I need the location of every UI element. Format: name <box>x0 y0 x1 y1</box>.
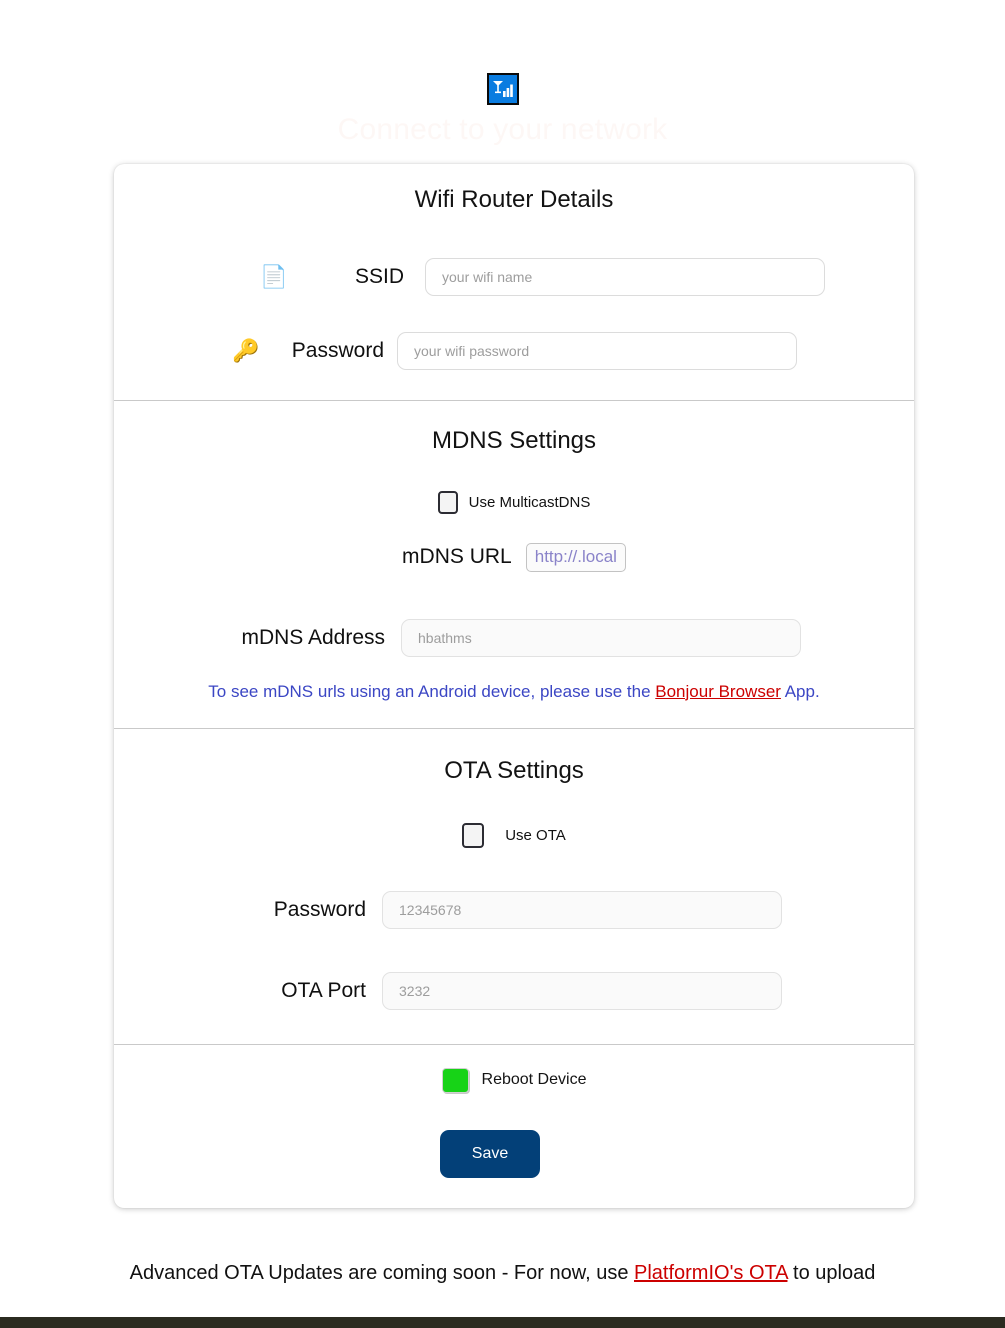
card-footer-section: Reboot Device Save <box>114 1045 914 1208</box>
reboot-device-row[interactable]: Reboot Device <box>114 1067 914 1093</box>
bottom-bar <box>0 1317 1005 1328</box>
wifi-password-input[interactable] <box>397 332 797 370</box>
mdns-section-title: MDNS Settings <box>431 427 597 454</box>
ota-port-label: OTA Port <box>281 978 366 1002</box>
save-button-wrap: Save <box>114 1129 914 1178</box>
bonjour-browser-link[interactable]: Bonjour Browser <box>655 682 781 701</box>
reboot-device-toggle[interactable] <box>441 1067 469 1093</box>
mdns-note-before: To see mDNS urls using an Android device… <box>208 681 656 701</box>
save-button[interactable]: Save <box>440 1129 540 1178</box>
ota-password-label: Password <box>273 897 366 921</box>
use-multicastdns-row[interactable]: Use MulticastDNS <box>114 491 914 514</box>
mdns-address-label: mDNS Address <box>241 625 385 649</box>
page-title: Connect to your network <box>337 113 668 146</box>
signal-bars-icon <box>486 72 520 106</box>
mdns-url-value[interactable]: http://.local <box>525 543 626 572</box>
ota-port-row: OTA Port <box>114 971 914 1010</box>
settings-card: Wifi Router Details 📄 SSID 🔑 Password MD… <box>114 164 914 1208</box>
wifi-section-title: Wifi Router Details <box>414 186 614 213</box>
wifi-password-row: 🔑 Password <box>114 332 914 370</box>
page-footer-after: to upload <box>787 1262 876 1284</box>
use-ota-label: Use OTA <box>505 826 566 844</box>
use-ota-row[interactable]: Use OTA <box>114 822 914 848</box>
mdns-address-row: mDNS Address <box>114 618 914 657</box>
page-footer-note: Advanced OTA Updates are coming soon - F… <box>0 1262 1005 1285</box>
key-icon: 🔑 <box>232 337 260 363</box>
mdns-url-row: mDNS URL http://.local <box>114 543 914 572</box>
mdns-note-after: App. <box>780 681 820 701</box>
ota-password-row: Password <box>114 890 914 929</box>
ota-section-title: OTA Settings <box>444 756 584 784</box>
ssid-input[interactable] <box>425 258 825 296</box>
use-multicastdns-label: Use MulticastDNS <box>468 494 591 511</box>
platformio-ota-link[interactable]: PlatformIO's OTA <box>634 1262 787 1284</box>
page-header: Connect to your network <box>0 0 1005 148</box>
use-ota-checkbox[interactable] <box>462 822 485 848</box>
mdns-settings-section: MDNS Settings Use MulticastDNS mDNS URL … <box>114 401 914 729</box>
wifi-router-section: Wifi Router Details 📄 SSID 🔑 Password <box>114 164 914 401</box>
reboot-device-label: Reboot Device <box>481 1071 587 1089</box>
mdns-note: To see mDNS urls using an Android device… <box>114 682 914 702</box>
wifi-password-label: Password <box>291 339 384 362</box>
ssid-label: SSID <box>354 265 404 288</box>
mdns-address-input[interactable] <box>401 618 801 657</box>
page-footer-before: Advanced OTA Updates are coming soon - F… <box>129 1262 634 1284</box>
ota-password-input[interactable] <box>382 890 782 929</box>
use-multicastdns-checkbox[interactable] <box>437 491 458 514</box>
ssid-row: 📄 SSID <box>114 258 914 296</box>
ota-port-input[interactable] <box>382 971 782 1010</box>
mdns-url-label: mDNS URL <box>402 545 512 569</box>
ota-settings-section: OTA Settings Use OTA Password OTA Port <box>114 729 914 1045</box>
document-icon: 📄 <box>260 263 288 289</box>
